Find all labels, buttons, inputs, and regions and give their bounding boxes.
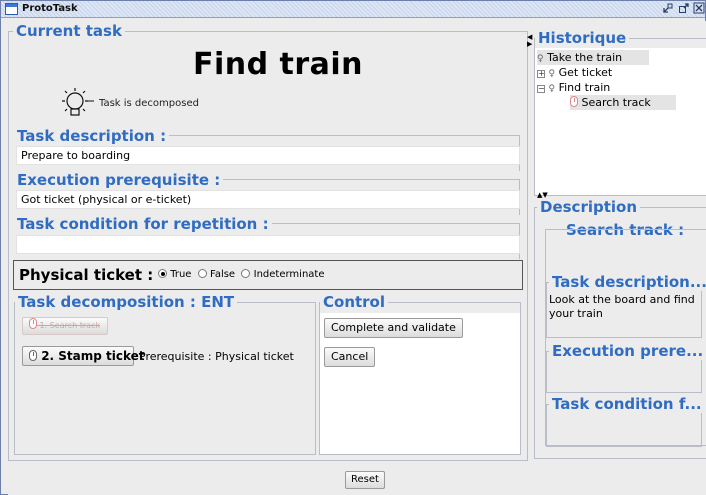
- expand-icon[interactable]: +: [537, 70, 545, 78]
- desc-execution-group: Execution prere...: [546, 342, 706, 393]
- close-icon[interactable]: [693, 2, 705, 16]
- historique-title: Historique: [535, 29, 630, 47]
- lightbulb-icon: [54, 86, 96, 128]
- radio-false[interactable]: [197, 269, 207, 278]
- task-condition-field[interactable]: [16, 235, 520, 254]
- desc-task-description-value: Look at the board and find your train: [549, 293, 695, 320]
- complete-validate-button[interactable]: Complete and validate: [324, 318, 463, 338]
- description-title: Description: [537, 198, 641, 216]
- tree-item-find-train[interactable]: − ♀ Find train: [537, 80, 649, 95]
- step-stamp-ticket-prereq: Prerequisite : Physical ticket: [139, 350, 294, 363]
- execution-prerequisite-field[interactable]: Got ticket (physical or e-ticket): [16, 190, 520, 209]
- task-description-title: Task description :: [14, 127, 170, 145]
- tree-item-label: Take the train: [547, 51, 623, 64]
- window-icon: [5, 3, 18, 15]
- desc-execution-title: Execution prere...: [549, 342, 706, 360]
- step-search-track-button[interactable]: 1. Search track: [22, 317, 108, 335]
- radio-true-label: True: [170, 269, 192, 280]
- window-title: ProtoTask: [22, 3, 78, 14]
- physical-ticket-box: Physical ticket : True False Indetermina…: [13, 260, 523, 290]
- lightbulb-icon: ♀: [548, 69, 556, 79]
- step-search-track-label: 1. Search track: [39, 321, 101, 330]
- content-area: Current task Find train Task is decompos…: [8, 21, 706, 495]
- desc-condition-group: Task condition f...: [546, 395, 705, 447]
- task-name-heading: Find train: [192, 47, 364, 82]
- radio-indeterminate[interactable]: [241, 269, 251, 278]
- prototask-window: ProtoTask Current task Find train Task i…: [0, 0, 706, 495]
- mouse-icon: [29, 318, 37, 329]
- mouse-icon: [29, 350, 37, 361]
- tree-item-label: Search track: [581, 96, 651, 109]
- title-bar[interactable]: ProtoTask: [1, 1, 705, 18]
- physical-ticket-radio-group: True False Indeterminate: [158, 269, 325, 280]
- task-description-field[interactable]: Prepare to boarding: [16, 146, 520, 165]
- collapse-icon[interactable]: −: [537, 85, 545, 93]
- historique-tree: ♀ Take the train + ♀ Get ticket − ♀ Find…: [535, 48, 706, 195]
- lightbulb-icon: ♀: [537, 54, 544, 64]
- reset-button[interactable]: Reset: [345, 471, 385, 489]
- splitter-left-arrow[interactable]: ◀ ▶: [527, 34, 532, 48]
- desc-task-description-title: Task description...: [549, 273, 706, 291]
- physical-ticket-label: Physical ticket :: [19, 266, 154, 284]
- task-condition-title: Task condition for repetition :: [14, 215, 272, 233]
- maximize-icon[interactable]: [677, 2, 691, 16]
- lightbulb-icon: ♀: [548, 84, 556, 94]
- step-stamp-ticket-button[interactable]: 2. Stamp ticket: [22, 346, 145, 366]
- tree-item-search-track[interactable]: Search track: [570, 95, 676, 110]
- control-title: Control: [320, 293, 389, 311]
- tree-item-take-the-train[interactable]: ♀ Take the train: [537, 50, 649, 65]
- tree-item-get-ticket[interactable]: + ♀ Get ticket: [537, 65, 649, 80]
- task-decomposition-title: Task decomposition : ENT: [15, 293, 238, 311]
- minimize-icon[interactable]: [661, 2, 675, 16]
- cancel-button[interactable]: Cancel: [324, 347, 376, 367]
- decomposed-label: Task is decomposed: [99, 98, 199, 109]
- current-task-title: Current task: [13, 22, 125, 40]
- tree-item-label: Get ticket: [558, 66, 613, 79]
- execution-prerequisite-title: Execution prerequisite :: [14, 171, 224, 189]
- mouse-icon: [570, 96, 578, 107]
- radio-indeterminate-label: Indeterminate: [253, 269, 325, 280]
- desc-condition-title: Task condition f...: [549, 395, 705, 413]
- tree-item-label: Find train: [558, 81, 611, 94]
- radio-false-label: False: [209, 269, 236, 280]
- step-stamp-ticket-label: 2. Stamp ticket: [41, 349, 145, 363]
- radio-true[interactable]: [158, 269, 167, 278]
